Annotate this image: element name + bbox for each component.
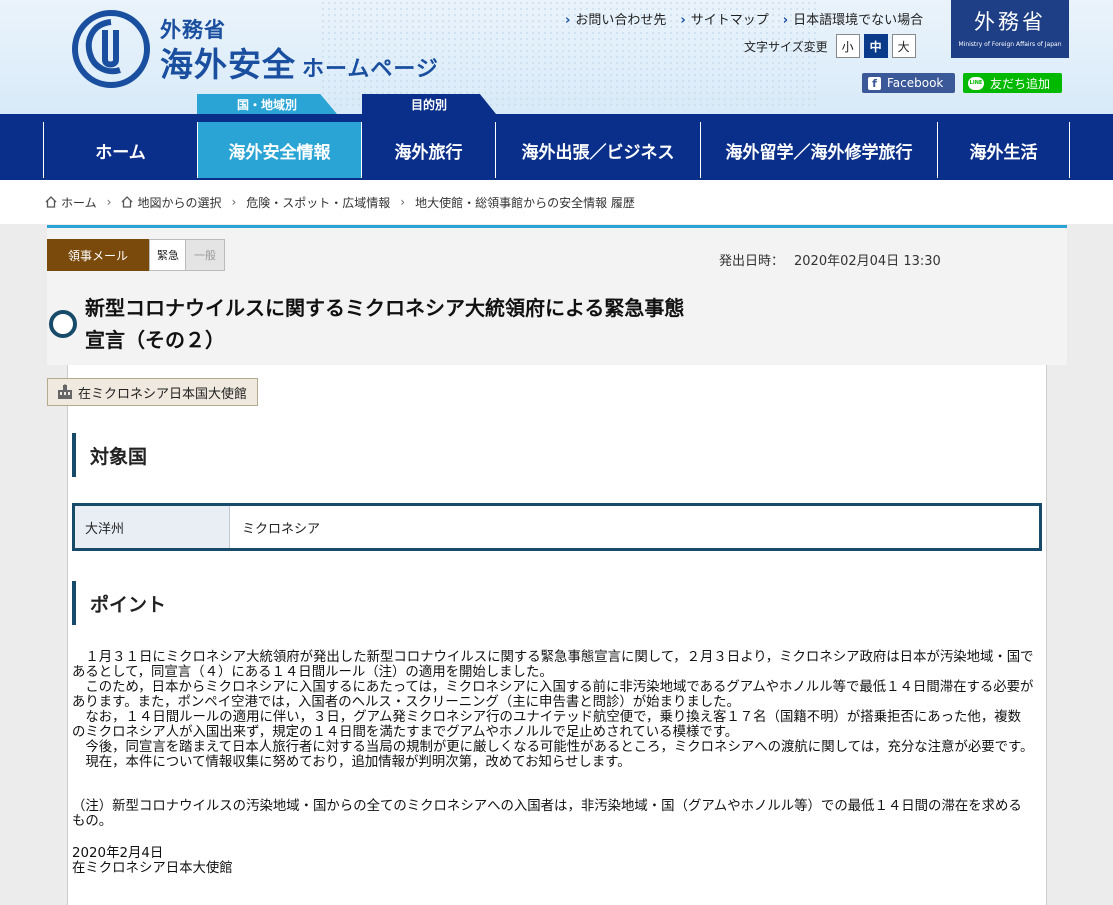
tab-by-country[interactable]: 国・地域別 bbox=[197, 94, 337, 114]
site-header: 外務省 海外安全ホームページ お問い合わせ先 サイトマップ 日本語環境でない場合… bbox=[0, 0, 1113, 118]
target-region-table: 大洋州 ミクロネシア bbox=[72, 503, 1042, 551]
breadcrumb-home-label: ホーム bbox=[61, 195, 97, 210]
logo-title-small: ホームページ bbox=[302, 57, 439, 82]
home-icon bbox=[45, 196, 57, 208]
issued-label: 発出日時： bbox=[719, 254, 785, 269]
region-country-cell: ミクロネシア bbox=[242, 521, 321, 537]
utility-links: お問い合わせ先 サイトマップ 日本語環境でない場合 bbox=[565, 9, 923, 28]
mofa-logo[interactable]: 外務省 Ministry of Foreign Affairs of Japan bbox=[951, 0, 1069, 58]
issued-value: 2020年02月04日 13:30 bbox=[794, 254, 941, 269]
breadcrumb-map-select-label: 地図からの選択 bbox=[137, 195, 222, 210]
font-size-switcher: 文字サイズ変更 小 中 大 bbox=[744, 34, 916, 58]
page-title-line2: 宣言（その２） bbox=[85, 328, 225, 352]
font-size-large-button[interactable]: 大 bbox=[891, 34, 916, 58]
nav-overseas-safety-info[interactable]: 海外安全情報 bbox=[197, 122, 361, 178]
global-nav: ホーム 海外安全情報 海外旅行 海外出張／ビジネス 海外留学／海外修学旅行 海外… bbox=[0, 114, 1113, 180]
region-name-cell: 大洋州 bbox=[75, 506, 230, 548]
breadcrumb: ホーム › 地図からの選択 › 危険・スポット・広域情報 › 地大使館・総領事館… bbox=[0, 180, 1113, 224]
breadcrumb-separator: › bbox=[400, 195, 406, 209]
signature-org: 在ミクロネシア日本大使館 bbox=[72, 861, 233, 876]
font-size-label: 文字サイズ変更 bbox=[744, 39, 828, 54]
building-icon bbox=[58, 384, 72, 399]
nav-home[interactable]: ホーム bbox=[43, 122, 197, 178]
article-signature: 2020年2月4日 在ミクロネシア日本大使館 bbox=[72, 846, 233, 876]
title-circle-icon bbox=[49, 310, 77, 338]
font-size-small-button[interactable]: 小 bbox=[835, 34, 860, 58]
embassy-name: 在ミクロネシア日本国大使館 bbox=[78, 386, 248, 402]
contact-link[interactable]: お問い合わせ先 bbox=[565, 9, 666, 28]
nav-study-abroad[interactable]: 海外留学／海外修学旅行 bbox=[700, 122, 937, 178]
home-icon bbox=[121, 196, 133, 208]
signature-date: 2020年2月4日 bbox=[72, 846, 164, 861]
page-title: 新型コロナウイルスに関するミクロネシア大統領府による緊急事態 宣言（その２） bbox=[85, 292, 785, 356]
article-footnote: （注）新型コロナウイルスの汚染地域・国からの全てのミクロネシアへの入国者は，非汚… bbox=[72, 799, 1022, 829]
non-japanese-env-link[interactable]: 日本語環境でない場合 bbox=[783, 9, 923, 28]
embassy-tag: 在ミクロネシア日本国大使館 bbox=[47, 378, 259, 406]
breadcrumb-home[interactable]: ホーム bbox=[45, 194, 97, 211]
article-header: 領事メール 緊急 一般 発出日時： 2020年02月04日 13:30 新型コロナ… bbox=[47, 225, 1067, 365]
article-body-text: １月３１日にミクロネシア大統領府が発出した新型コロナウイルスに関する緊急事態宣言… bbox=[72, 650, 1034, 770]
logo-title[interactable]: 海外安全 ホームページ bbox=[160, 38, 439, 86]
font-size-medium-button[interactable]: 中 bbox=[863, 34, 888, 58]
body-paragraph: 現在，本件について情報収集に努めており，追加情報が判明次第，改めてお知らせします… bbox=[85, 755, 631, 770]
general-badge: 一般 bbox=[185, 239, 225, 271]
body-paragraph: 今後，同宣言を踏まえて日本人旅行者に対する当局の規制が更に厳しくなる可能性がある… bbox=[85, 740, 1034, 755]
line-icon: LINE bbox=[968, 76, 984, 90]
nav-business-trip[interactable]: 海外出張／ビジネス bbox=[495, 122, 700, 178]
breadcrumb-embassy-history: 地大使館・総領事館からの安全情報 履歴 bbox=[415, 195, 635, 210]
logo-title-main: 海外安全 bbox=[160, 45, 296, 84]
body-paragraph: このため，日本からミクロネシアに入国するにあたっては，ミクロネシアに入国する前に… bbox=[72, 680, 1034, 710]
mofa-logo-kanji: 外務省 bbox=[974, 10, 1046, 34]
breadcrumb-danger-info[interactable]: 危険・スポット・広域情報 bbox=[246, 194, 390, 211]
issued-datetime: 発出日時： 2020年02月04日 13:30 bbox=[719, 250, 941, 269]
mofa-logo-english: Ministry of Foreign Affairs of Japan bbox=[958, 41, 1062, 48]
breadcrumb-map-select[interactable]: 地図からの選択 bbox=[121, 194, 221, 211]
nav-overseas-travel[interactable]: 海外旅行 bbox=[361, 122, 495, 178]
sitemap-link[interactable]: サイトマップ bbox=[680, 9, 769, 28]
line-add-friend-button[interactable]: LINE 友だち追加 bbox=[963, 73, 1062, 93]
section-heading-target: 対象国 bbox=[72, 433, 147, 477]
urgent-badge: 緊急 bbox=[149, 239, 187, 271]
facebook-icon: f bbox=[868, 76, 881, 90]
line-label: 友だち追加 bbox=[990, 76, 1051, 91]
tab-by-purpose[interactable]: 目的別 bbox=[362, 94, 496, 114]
section-heading-points: ポイント bbox=[72, 581, 166, 625]
facebook-button[interactable]: f Facebook bbox=[862, 73, 955, 93]
breadcrumb-separator: › bbox=[231, 195, 237, 209]
facebook-label: Facebook bbox=[887, 76, 944, 90]
site-logo-icon[interactable] bbox=[72, 10, 150, 88]
page-title-line1: 新型コロナウイルスに関するミクロネシア大統領府による緊急事態 bbox=[85, 296, 685, 320]
consular-mail-badge: 領事メール bbox=[47, 239, 149, 271]
body-paragraph: なお，１４日間ルールの適用に伴い，３日，グアム発ミクロネシア行のユナイテッド航空… bbox=[72, 710, 1021, 740]
body-paragraph: １月３１日にミクロネシア大統領府が発出した新型コロナウイルスに関する緊急事態宣言… bbox=[72, 650, 1034, 680]
breadcrumb-separator: › bbox=[106, 195, 112, 209]
nav-living-abroad[interactable]: 海外生活 bbox=[937, 122, 1070, 178]
